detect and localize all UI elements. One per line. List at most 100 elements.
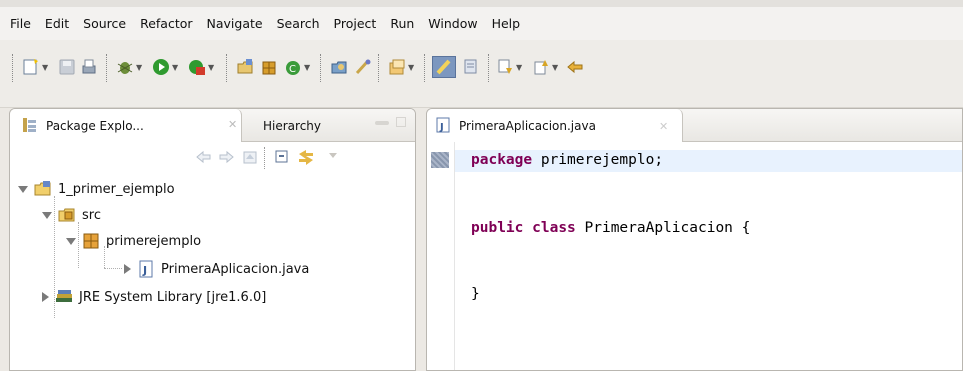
source-folder-icon <box>58 206 76 224</box>
tab-label: Package Explo... <box>46 118 144 133</box>
code-line-3: public class PrimeraAplicacion { <box>471 220 750 236</box>
toolbar-separator <box>378 54 379 82</box>
tab-package-explorer[interactable]: Package Explo... ✕ <box>10 109 242 142</box>
external-tools-button[interactable]: ▼ <box>188 56 214 78</box>
view-tab-bar: Package Explo... ✕ Hierarchy <box>10 109 415 142</box>
tree-node-package[interactable]: primerejemplo <box>66 230 201 252</box>
search-icon <box>354 58 372 76</box>
menu-window[interactable]: Window <box>428 16 477 31</box>
view-toolbar <box>10 142 415 174</box>
editor-gutter <box>427 142 455 370</box>
up-icon[interactable] <box>242 149 258 167</box>
menu-refactor[interactable]: Refactor <box>140 16 192 31</box>
java-file-icon: J <box>435 117 453 135</box>
debug-button[interactable]: ▼ <box>116 56 142 78</box>
toolbar-separator <box>226 54 227 82</box>
expand-icon[interactable] <box>42 211 52 219</box>
close-icon[interactable]: ✕ <box>228 119 238 130</box>
menu-bar: File Edit Source Refactor Navigate Searc… <box>0 0 963 40</box>
tree-node-src[interactable]: src <box>42 204 101 226</box>
expand-icon[interactable] <box>42 292 49 302</box>
show-whitespace-icon <box>462 58 480 76</box>
minimize-icon[interactable] <box>375 121 389 125</box>
svg-text:J: J <box>439 122 444 133</box>
new-wizard-icon <box>22 58 40 76</box>
tab-primera-aplicacion[interactable]: J PrimeraAplicacion.java ✕ <box>427 109 683 142</box>
back-icon <box>566 58 584 76</box>
new-package-icon <box>260 58 278 76</box>
menu-edit[interactable]: Edit <box>45 16 69 31</box>
java-file-icon: J <box>137 260 155 278</box>
external-tools-icon <box>188 58 206 76</box>
toolbar-separator <box>106 54 107 82</box>
tree-node-label: 1_primer_ejemplo <box>58 181 175 197</box>
package-explorer-icon <box>22 117 40 135</box>
next-annotation-button[interactable]: ▼ <box>496 56 522 78</box>
open-perspective-button[interactable]: ▼ <box>388 56 414 78</box>
tree-node-project[interactable]: 1_primer_ejemplo <box>18 178 175 200</box>
menu-run[interactable]: Run <box>390 16 414 31</box>
back-button[interactable] <box>566 56 584 78</box>
open-type-button[interactable] <box>330 56 348 78</box>
menu-help[interactable]: Help <box>492 16 521 31</box>
package-icon <box>82 232 100 250</box>
new-button[interactable]: ▼ <box>22 56 48 78</box>
editor-tab-bar: J PrimeraAplicacion.java ✕ <box>427 109 962 142</box>
toolbar-separator <box>424 54 425 82</box>
run-button[interactable]: ▼ <box>152 56 178 78</box>
back-arrow-icon[interactable] <box>196 149 212 167</box>
toolbar-separator <box>12 54 13 82</box>
debug-icon <box>116 58 134 76</box>
tree-guide <box>104 268 122 269</box>
menu-source[interactable]: Source <box>83 16 126 31</box>
svg-text:J: J <box>142 264 147 277</box>
keyword-public: public <box>471 220 524 236</box>
project-tree: 1_primer_ejemplo src primerejemplo J Pri… <box>10 174 415 370</box>
collapse-all-icon[interactable] <box>274 149 290 167</box>
tab-label: Hierarchy <box>263 118 322 133</box>
tree-node-label: src <box>82 207 101 223</box>
new-package-button[interactable] <box>260 56 278 78</box>
toolbar-separator <box>320 54 321 82</box>
save-icon <box>58 58 76 76</box>
maximize-icon[interactable] <box>396 117 406 127</box>
code-line-5: } <box>471 286 480 302</box>
print-icon <box>80 58 98 76</box>
main-toolbar: ▼ ▼ ▼ ▼ C ▼ ▼ ▼ ▼ <box>0 40 963 108</box>
code-area[interactable]: package primerejemplo; public class Prim… <box>455 142 962 370</box>
previous-annotation-icon <box>532 58 550 76</box>
toolbar-separator <box>488 54 489 82</box>
close-icon[interactable]: ✕ <box>659 120 668 133</box>
forward-arrow-icon[interactable] <box>218 149 234 167</box>
tab-hierarchy[interactable]: Hierarchy <box>263 109 358 142</box>
show-whitespace-button[interactable] <box>462 56 480 78</box>
new-java-project-icon <box>236 58 254 76</box>
search-button[interactable] <box>354 56 372 78</box>
tree-node-java-file[interactable]: J PrimeraAplicacion.java <box>124 258 309 280</box>
menu-project[interactable]: Project <box>334 16 377 31</box>
expand-icon[interactable] <box>66 237 76 245</box>
package-explorer-view: Package Explo... ✕ Hierarchy 1_primer_ej… <box>9 108 416 371</box>
open-perspective-icon <box>388 58 406 76</box>
menu-navigate[interactable]: Navigate <box>207 16 263 31</box>
previous-annotation-button[interactable]: ▼ <box>532 56 558 78</box>
save-button[interactable] <box>58 56 76 78</box>
code-text: } <box>471 286 480 302</box>
expand-icon[interactable] <box>18 185 28 193</box>
code-text: primerejemplo; <box>532 152 664 168</box>
menu-file[interactable]: File <box>10 16 31 31</box>
tab-label: PrimeraAplicacion.java <box>459 118 596 133</box>
new-class-button[interactable]: C ▼ <box>284 56 310 78</box>
tree-node-jre-library[interactable]: JRE System Library [jre1.6.0] <box>42 286 266 308</box>
keyword-package: package <box>471 152 533 168</box>
new-java-project-button[interactable] <box>236 56 254 78</box>
mark-occurrences-icon <box>432 56 456 78</box>
expand-icon[interactable] <box>124 264 131 274</box>
view-menu-icon[interactable] <box>328 149 338 167</box>
link-with-editor-icon[interactable] <box>298 149 314 167</box>
menu-search[interactable]: Search <box>277 16 320 31</box>
new-class-icon: C <box>284 58 302 76</box>
print-button[interactable] <box>80 56 98 78</box>
mark-occurrences-button[interactable] <box>432 56 456 78</box>
library-icon <box>55 288 73 306</box>
